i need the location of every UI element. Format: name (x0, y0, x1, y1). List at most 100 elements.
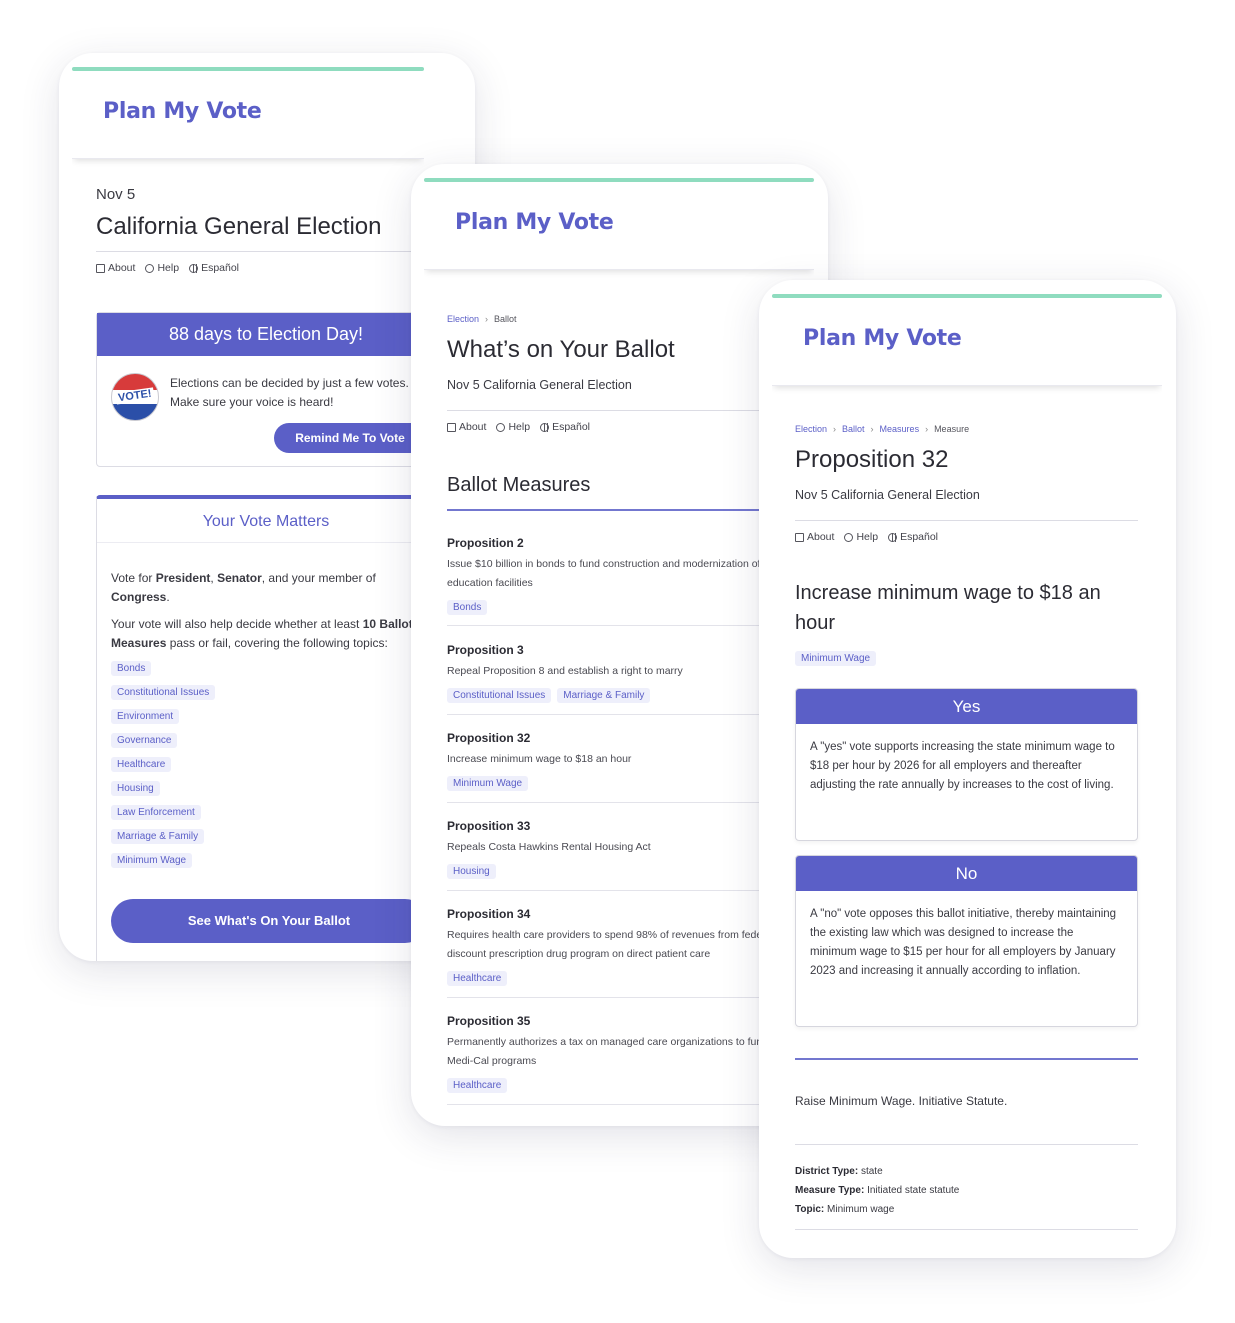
measures-paragraph: Your vote will also help decide whether … (111, 615, 421, 653)
about-label: About (807, 531, 835, 543)
espanol-link[interactable]: Español (189, 262, 239, 274)
countdown-banner: 88 days to Election Day! (97, 313, 424, 356)
congress-text: Congress (111, 590, 167, 604)
divider (795, 520, 1138, 521)
help-link[interactable]: Help (145, 262, 179, 274)
measure-item[interactable]: Proposition 33 Repeals Costa Hawkins Ren… (447, 819, 792, 891)
app-header: Plan My Vote (772, 298, 1162, 386)
divider (96, 251, 424, 252)
help-label: Help (856, 531, 879, 543)
topic-tag[interactable]: Healthcare (447, 1078, 508, 1093)
divider (447, 410, 797, 411)
topic-tag[interactable]: Housing (111, 781, 160, 796)
espanol-link[interactable]: Español (540, 421, 590, 433)
measure-item[interactable]: Proposition 3 Repeal Proposition 8 and e… (447, 643, 792, 715)
vote-sticker-icon: VOTE! (111, 373, 159, 421)
help-link[interactable]: Help (844, 531, 878, 543)
info-links: About Help Español (447, 421, 590, 433)
text: Your vote will also help decide whether … (111, 617, 363, 631)
topic-row: Topic: Minimum wage (795, 1200, 959, 1219)
measure-item[interactable]: Proposition 35 Permanently authorizes a … (447, 1014, 792, 1105)
measure-description: Repeal Proposition 8 and establish a rig… (447, 665, 683, 677)
topic-tag[interactable]: Law Enforcement (111, 805, 201, 820)
about-link[interactable]: About (795, 531, 834, 543)
breadcrumb-ballot: Ballot (494, 314, 517, 324)
app-header: Plan My Vote (72, 71, 424, 159)
help-link[interactable]: Help (496, 421, 530, 433)
about-link[interactable]: About (96, 262, 135, 274)
topic-tag[interactable]: Bonds (111, 661, 152, 676)
topic-tag[interactable]: Governance (111, 733, 178, 748)
district-type-row: District Type: state (795, 1162, 959, 1181)
senator-text: Senator (217, 571, 262, 585)
about-link[interactable]: About (447, 421, 486, 433)
page-title: What’s on Your Ballot (447, 336, 675, 363)
topic-tag[interactable]: Minimum Wage (447, 776, 529, 791)
measure-meta: District Type: state Measure Type: Initi… (795, 1162, 959, 1219)
text: pass or fail, covering the following top… (166, 636, 388, 650)
president-text: President (155, 571, 211, 585)
no-card: No A "no" vote opposes this ballot initi… (795, 855, 1138, 1027)
topic-tag[interactable]: Environment (111, 709, 180, 724)
breadcrumb: Election › Ballot (447, 314, 517, 324)
section-heading: Ballot Measures (447, 474, 591, 496)
breadcrumb-election[interactable]: Election (795, 424, 827, 434)
help-icon (145, 263, 155, 273)
measure-name: Proposition 32 (447, 731, 531, 745)
measure-name: Proposition 33 (447, 819, 531, 833)
ballot-screen-content: Plan My Vote Election › Ballot What’s on… (424, 164, 814, 1126)
breadcrumb-measures[interactable]: Measures (880, 424, 920, 434)
logo[interactable]: Plan My Vote (803, 326, 962, 351)
divider (795, 1144, 1138, 1145)
logo[interactable]: Plan My Vote (103, 99, 262, 124)
topic-tag[interactable]: Bonds (447, 600, 488, 615)
chevron-right-icon: › (870, 424, 874, 434)
election-screen-content: Plan My Vote Nov 5 California General El… (72, 53, 424, 961)
breadcrumb-ballot[interactable]: Ballot (842, 424, 865, 434)
see-ballot-button[interactable]: See What's On Your Ballot (111, 899, 424, 943)
measure-description: Repeals Costa Hawkins Rental Housing Act (447, 841, 651, 853)
text: Vote for (111, 571, 156, 585)
topic-tag[interactable]: Healthcare (447, 971, 508, 986)
measure-issue: Increase minimum wage to $18 an hour (795, 582, 1101, 634)
measure-item[interactable]: Proposition 32 Increase minimum wage to … (447, 731, 792, 803)
measure-name: Proposition 2 (447, 536, 524, 550)
measure-item[interactable]: Proposition 34 Requires health care prov… (447, 907, 792, 998)
remind-me-button[interactable]: Remind Me To Vote (274, 423, 424, 453)
topic-tag[interactable]: Marriage & Family (111, 829, 205, 844)
help-icon (844, 532, 854, 542)
topic-tag[interactable]: Minimum Wage (795, 651, 877, 666)
vote-matters-card: Your Vote Matters Vote for President, Se… (96, 495, 424, 961)
globe-icon (189, 263, 199, 273)
help-label: Help (508, 421, 531, 433)
breadcrumb-election[interactable]: Election (447, 314, 479, 324)
measure-detail-screen: Plan My Vote Election › Ballot › Measure… (759, 280, 1176, 1258)
no-description: A "no" vote opposes this ballot initiati… (810, 908, 1117, 977)
app-header: Plan My Vote (424, 182, 814, 270)
topic-tag[interactable]: Constitutional Issues (447, 688, 552, 703)
about-label: About (108, 262, 136, 274)
text: . (166, 590, 170, 604)
topic-tag[interactable]: Marriage & Family (557, 688, 651, 703)
info-links: About Help Español (96, 262, 239, 274)
page-title: Proposition 32 (795, 446, 949, 473)
text: , and your member of (261, 571, 376, 585)
measure-name: Proposition 35 (447, 1014, 531, 1028)
topic-tag[interactable]: Minimum Wage (111, 853, 193, 868)
measure-item[interactable]: Proposition 2 Issue $10 billion in bonds… (447, 536, 792, 626)
espanol-link[interactable]: Español (888, 531, 938, 543)
reminder-line-1: Elections can be decided by just a few v… (170, 376, 409, 390)
help-label: Help (157, 262, 180, 274)
topic-tag[interactable]: Housing (447, 864, 496, 879)
topic-tag[interactable]: Healthcare (111, 757, 172, 772)
measure-type-value: Initiated state statute (867, 1185, 960, 1196)
measure-name: Proposition 34 (447, 907, 531, 921)
espanol-label: Español (552, 421, 591, 433)
reminder-line-2: Make sure your voice is heard! (170, 395, 334, 409)
yes-card: Yes A "yes" vote supports increasing the… (795, 688, 1138, 841)
topic-tag[interactable]: Constitutional Issues (111, 685, 216, 700)
logo[interactable]: Plan My Vote (455, 210, 614, 235)
topic-tag-list: Bonds Constitutional Issues Environment … (111, 661, 221, 877)
espanol-label: Español (201, 262, 240, 274)
vote-matters-text: Vote for President, Senator, and your me… (111, 569, 421, 653)
